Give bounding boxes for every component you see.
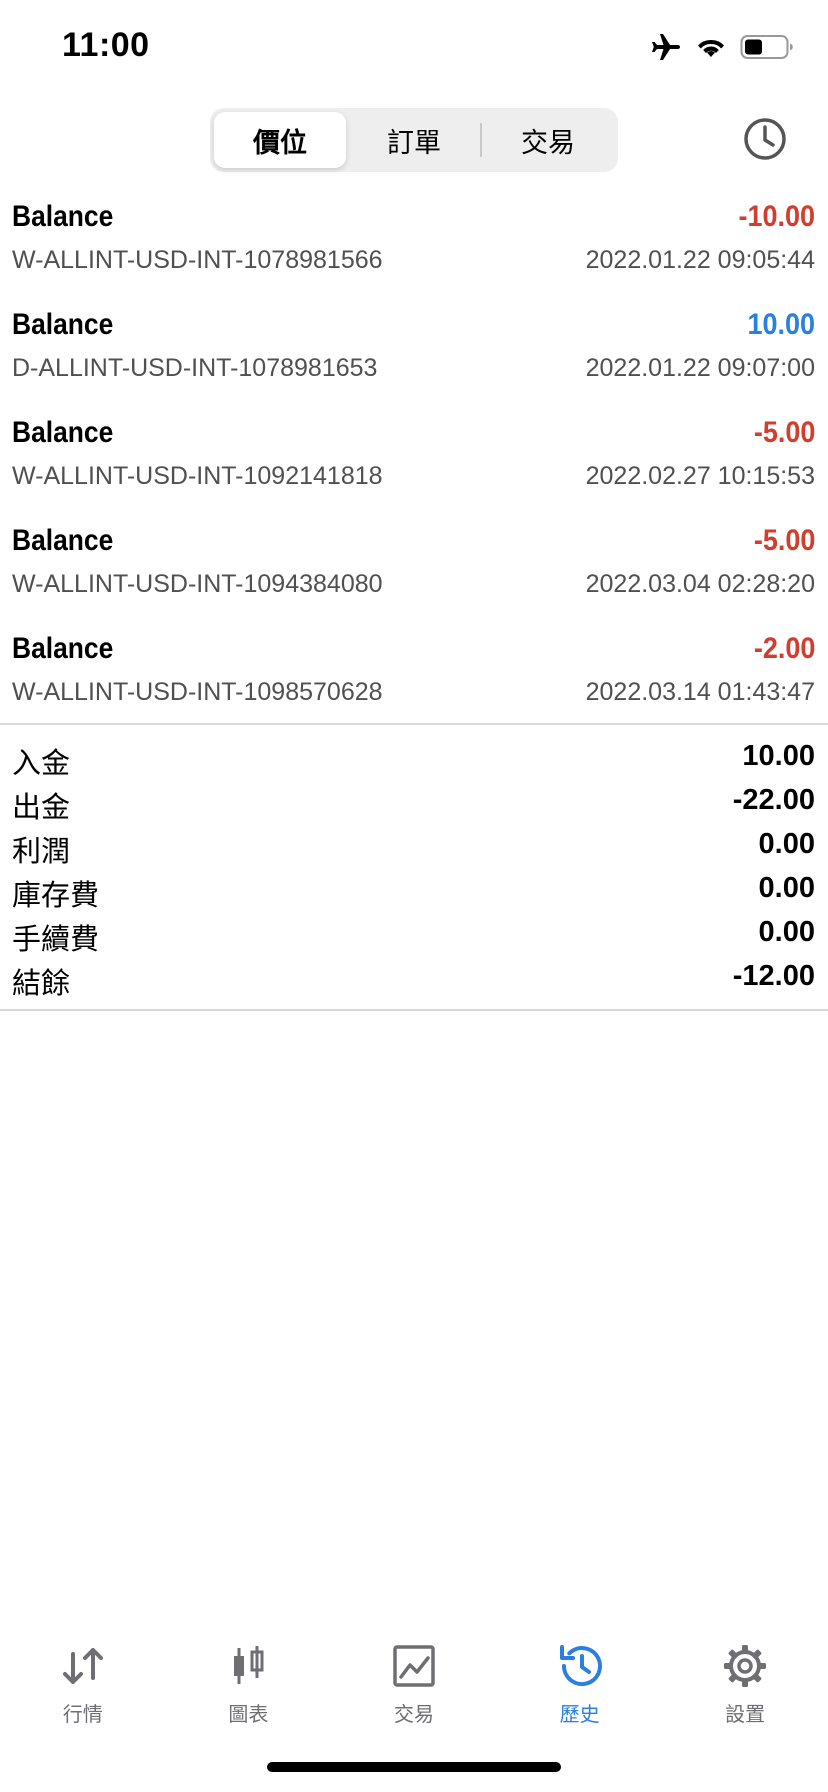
records-list: Balance -10.00 W-ALLINT-USD-INT-10789815… (0, 190, 828, 730)
divider (0, 723, 828, 725)
airplane-icon (652, 34, 680, 60)
tab-label: 行情 (62, 1704, 103, 1726)
record-type: Balance (12, 416, 114, 449)
tab-settings[interactable]: 設置 (662, 1630, 828, 1730)
status-icons (650, 32, 794, 62)
list-item[interactable]: Balance -10.00 W-ALLINT-USD-INT-10789815… (0, 190, 828, 298)
tab-trade[interactable]: 交易 (331, 1630, 497, 1730)
summary-deposit: 入金 10.00 (0, 736, 828, 780)
tab-label: 歷史 (559, 1704, 600, 1726)
summary-withdrawal: 出金 -22.00 (0, 780, 828, 824)
record-amount: -10.00 (738, 200, 815, 233)
tab-charts[interactable]: 圖表 (166, 1630, 332, 1730)
candlestick-icon (234, 1646, 264, 1684)
record-date: 2022.01.22 09:05:44 (585, 246, 815, 274)
status-bar: 11:00 (0, 0, 828, 100)
summary-profit: 利潤 0.00 (0, 824, 828, 868)
summary-label: 庫存費 (12, 880, 100, 912)
record-type: Balance (12, 200, 114, 233)
summary-swap: 庫存費 0.00 (0, 868, 828, 912)
record-amount: -2.00 (753, 632, 815, 665)
header: 價位 訂單 交易 (0, 106, 828, 174)
record-amount: -5.00 (753, 416, 815, 449)
tab-bar: 行情 圖表 交易 歷史 設置 (0, 1630, 828, 1730)
gear-icon (724, 1645, 767, 1687)
tab-label: 圖表 (228, 1704, 269, 1726)
tab-label: 設置 (725, 1704, 766, 1726)
status-time: 11:00 (62, 26, 150, 64)
record-date: 2022.03.14 01:43:47 (585, 678, 815, 706)
tab-orders-label: 訂單 (387, 127, 441, 158)
summary-label: 手續費 (12, 924, 100, 956)
list-item[interactable]: Balance -2.00 W-ALLINT-USD-INT-109857062… (0, 622, 828, 730)
record-type: Balance (12, 308, 114, 341)
arrows-updown-icon (62, 1648, 103, 1684)
segmented-control: 價位 訂單 交易 (210, 108, 618, 172)
list-item[interactable]: Balance -5.00 W-ALLINT-USD-INT-109214181… (0, 406, 828, 514)
record-id: W-ALLINT-USD-INT-1098570628 (12, 678, 383, 706)
record-amount: 10.00 (747, 308, 815, 341)
summary-balance: 結餘 -12.00 (0, 956, 828, 1000)
summary-value: -22.00 (732, 784, 815, 816)
summary: 入金 10.00 出金 -22.00 利潤 0.00 庫存費 0.00 手續費 … (0, 736, 828, 1000)
tab-history[interactable]: 歷史 (497, 1630, 663, 1730)
summary-value: 0.00 (758, 828, 815, 860)
home-indicator[interactable] (267, 1762, 561, 1772)
summary-value: 0.00 (758, 916, 815, 948)
wifi-icon (698, 39, 724, 57)
summary-label: 利潤 (12, 836, 71, 868)
list-item[interactable]: Balance 10.00 D-ALLINT-USD-INT-107898165… (0, 298, 828, 406)
record-id: W-ALLINT-USD-INT-1094384080 (12, 570, 383, 598)
history-icon (559, 1645, 602, 1687)
tab-quotes[interactable]: 行情 (0, 1630, 166, 1730)
summary-label: 結餘 (12, 968, 71, 1000)
record-type: Balance (12, 632, 114, 665)
tab-deals[interactable]: 交易 (482, 112, 614, 168)
record-date: 2022.02.27 10:15:53 (585, 462, 815, 490)
record-id: W-ALLINT-USD-INT-1078981566 (12, 246, 383, 274)
record-id: W-ALLINT-USD-INT-1092141818 (12, 462, 383, 490)
record-date: 2022.03.04 02:28:20 (585, 570, 815, 598)
summary-label: 出金 (12, 792, 71, 824)
summary-value: 10.00 (742, 740, 815, 772)
record-date: 2022.01.22 09:07:00 (585, 354, 815, 382)
tab-label: 交易 (393, 1704, 434, 1726)
tab-deals-label: 交易 (521, 127, 575, 158)
tab-prices-label: 價位 (253, 127, 307, 158)
record-type: Balance (12, 524, 114, 557)
tab-orders[interactable]: 訂單 (348, 112, 480, 168)
trade-chart-icon (393, 1645, 435, 1687)
record-id: D-ALLINT-USD-INT-1078981653 (12, 354, 378, 382)
summary-commission: 手續費 0.00 (0, 912, 828, 956)
summary-label: 入金 (12, 748, 71, 780)
summary-value: 0.00 (758, 872, 815, 904)
summary-value: -12.00 (732, 960, 815, 992)
tab-prices[interactable]: 價位 (214, 112, 346, 168)
clock-icon[interactable] (742, 116, 788, 162)
divider (0, 1009, 828, 1011)
record-amount: -5.00 (753, 524, 815, 557)
list-item[interactable]: Balance -5.00 W-ALLINT-USD-INT-109438408… (0, 514, 828, 622)
battery-icon (740, 35, 793, 59)
